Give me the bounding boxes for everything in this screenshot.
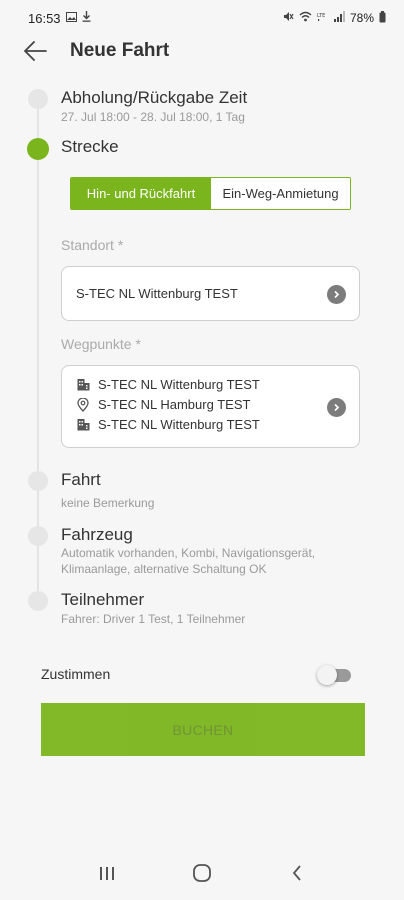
waypoint-name: S-TEC NL Wittenburg TEST — [98, 417, 260, 432]
page-title: Neue Fahrt — [70, 40, 170, 61]
status-time: 16:53 — [28, 10, 61, 26]
building-icon — [76, 418, 90, 432]
battery-level: 78% — [349, 11, 374, 25]
location-pin-icon — [76, 397, 90, 412]
download-icon — [82, 11, 91, 25]
app-bar: Neue Fahrt — [0, 36, 404, 70]
home-icon — [192, 863, 212, 888]
lte-icon: LTE — [317, 11, 329, 25]
location-label: Standort * — [61, 237, 124, 253]
status-left: 16:53 — [28, 11, 91, 26]
image-icon — [65, 11, 77, 25]
chevron-left-icon — [291, 864, 303, 887]
step-subtitle-vehicle-2: Klimaanlage, alternative Schaltung OK — [61, 562, 267, 576]
step-title-route[interactable]: Strecke — [61, 137, 119, 157]
building-icon — [76, 378, 90, 392]
arrow-left-icon — [23, 40, 47, 66]
step-dot-vehicle — [28, 526, 48, 546]
chevron-right-icon — [327, 285, 346, 304]
waypoint-item: S-TEC NL Wittenburg TEST — [76, 417, 260, 432]
agree-label: Zustimmen — [41, 666, 111, 682]
agree-toggle[interactable] — [317, 665, 353, 685]
switch-thumb — [317, 665, 337, 685]
waypoint-item: S-TEC NL Hamburg TEST — [76, 397, 250, 412]
toggle-one-way[interactable]: Ein-Weg-Anmietung — [211, 178, 350, 209]
signal-icon — [333, 11, 345, 25]
trip-type-toggle: Hin- und Rückfahrt Ein-Weg-Anmietung — [70, 177, 351, 210]
step-subtitle-participants: Fahrer: Driver 1 Test, 1 Teilnehmer — [61, 612, 246, 626]
location-value: S-TEC NL Wittenburg TEST — [76, 286, 238, 301]
wifi-icon — [299, 11, 312, 25]
step-dot-participants — [28, 591, 48, 611]
back-nav-button[interactable] — [277, 855, 317, 895]
step-dot-time — [28, 89, 48, 109]
step-title-time[interactable]: Abholung/Rückgabe Zeit — [61, 88, 247, 108]
book-button[interactable]: BUCHEN — [41, 703, 365, 756]
chevron-right-icon — [327, 398, 346, 417]
waypoints-field[interactable]: S-TEC NL Wittenburg TEST S-TEC NL Hambur… — [61, 365, 360, 448]
mute-icon — [283, 11, 294, 25]
system-nav-bar — [0, 850, 404, 900]
status-bar: 16:53 LTE 78% — [0, 0, 404, 36]
waypoint-name: S-TEC NL Wittenburg TEST — [98, 377, 260, 392]
step-dot-route — [27, 138, 49, 160]
recent-apps-button[interactable] — [87, 855, 127, 895]
step-subtitle-trip: keine Bemerkung — [61, 496, 155, 510]
waypoints-label: Wegpunkte * — [61, 336, 141, 352]
status-right: LTE 78% — [283, 10, 386, 26]
step-title-vehicle[interactable]: Fahrzeug — [61, 525, 133, 545]
step-dot-trip — [28, 471, 48, 491]
step-subtitle-time: 27. Jul 18:00 - 28. Jul 18:00, 1 Tag — [61, 110, 245, 124]
step-subtitle-vehicle: Automatik vorhanden, Kombi, Navigationsg… — [61, 546, 316, 560]
timeline-line — [37, 100, 39, 600]
waypoint-item: S-TEC NL Wittenburg TEST — [76, 377, 260, 392]
toggle-round-trip[interactable]: Hin- und Rückfahrt — [71, 178, 211, 209]
waypoint-name: S-TEC NL Hamburg TEST — [98, 397, 251, 412]
step-title-participants[interactable]: Teilnehmer — [61, 590, 144, 610]
battery-icon — [379, 10, 386, 26]
recent-apps-icon — [98, 865, 116, 886]
step-title-trip[interactable]: Fahrt — [61, 470, 101, 490]
back-button[interactable] — [20, 38, 50, 68]
svg-text:LTE: LTE — [317, 13, 325, 19]
location-field[interactable]: S-TEC NL Wittenburg TEST — [61, 266, 360, 321]
home-button[interactable] — [182, 855, 222, 895]
